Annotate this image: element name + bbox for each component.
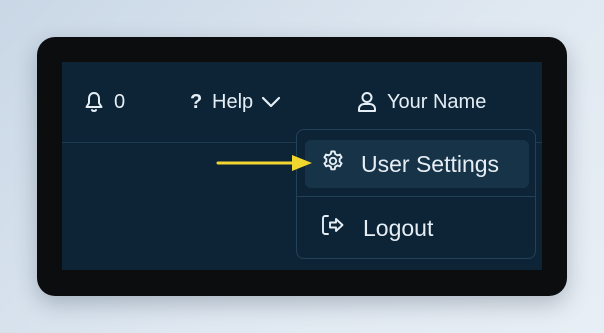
user-name-label: Your Name xyxy=(387,90,487,113)
user-dropdown-menu: User Settings Logout xyxy=(296,129,536,259)
arrow-right-icon xyxy=(216,152,314,179)
question-mark-icon: ? xyxy=(190,90,203,113)
user-settings-label: User Settings xyxy=(361,150,500,177)
help-label: Help xyxy=(212,90,254,113)
notifications-button[interactable]: 0 xyxy=(84,88,125,116)
logout-menu-item[interactable]: Logout xyxy=(305,204,529,252)
user-icon xyxy=(357,91,377,113)
bell-icon xyxy=(84,91,104,113)
user-menu-button[interactable]: Your Name xyxy=(357,88,486,116)
notifications-count: 0 xyxy=(114,90,126,113)
chevron-down-icon xyxy=(261,96,281,108)
help-menu-button[interactable]: ? Help xyxy=(190,88,281,116)
user-settings-menu-item[interactable]: User Settings xyxy=(305,140,529,188)
gear-icon xyxy=(321,149,345,179)
menu-divider xyxy=(297,196,535,197)
logout-icon xyxy=(321,213,347,243)
logout-label: Logout xyxy=(363,214,434,241)
